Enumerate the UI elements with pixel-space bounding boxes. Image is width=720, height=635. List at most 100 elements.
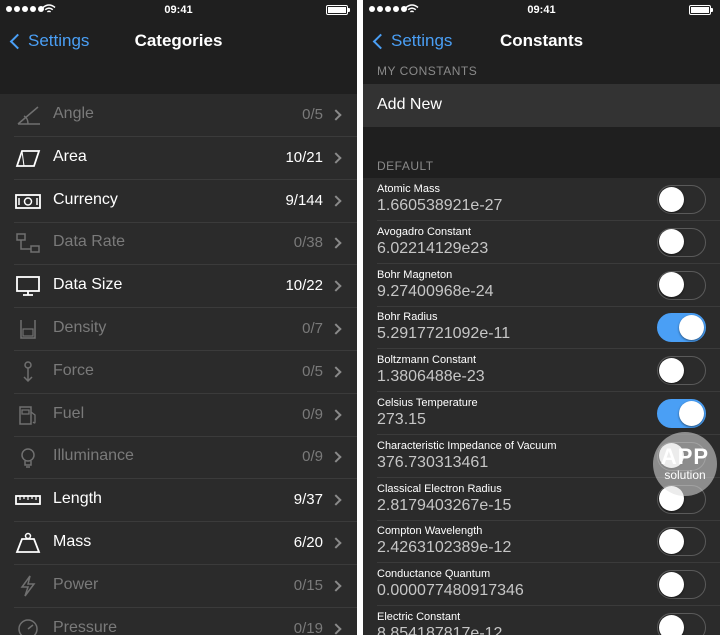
constant-toggle[interactable] [657,313,706,343]
constant-toggle[interactable] [657,185,706,214]
angle-icon [14,103,42,127]
category-name: Fuel [53,404,85,422]
constant-value: 1.3806488e-23 [377,368,485,386]
watermark-line1: APP [660,444,710,469]
category-row[interactable]: Illuminance 0/9 [0,436,357,480]
category-count: 10/22 [285,277,323,295]
category-row[interactable]: Data Size 10/22 [0,265,357,309]
constant-name: Characteristic Impedance of Vacuum [377,439,557,452]
category-count: 0/5 [302,106,323,123]
constant-name: Boltzmann Constant [377,354,477,367]
constant-value: 6.02214129e23 [377,239,489,257]
category-name: Angle [53,105,94,122]
illuminance-icon [14,445,42,469]
chevron-right-icon [330,194,342,207]
constant-value: 2.8179403267e-15 [377,496,512,514]
constant-row: Celsius Temperature 273.15 [363,392,720,435]
constant-name: Bohr Radius [377,311,438,324]
category-row[interactable]: Mass 6/20 [0,522,357,565]
add-new-button[interactable]: Add New [363,84,720,127]
constant-row: Compton Wavelength 2.4263102389e-12 [363,520,720,564]
constant-value: 8.854187817e-12 [377,625,503,635]
category-count: 0/15 [293,576,323,594]
category-row[interactable]: Area 10/21 [0,137,357,180]
constant-name: Conductance Quantum [377,568,491,581]
constant-row: Electric Constant 8.854187817e-12 [363,606,720,635]
status-bar: 09:41 [0,0,357,20]
chevron-right-icon [330,109,342,121]
constant-value: 376.730313461 [377,453,489,471]
constant-row: Atomic Mass 1.660538921e-27 [363,178,720,221]
toggle-knob [658,229,684,255]
toggle-knob [658,272,684,298]
toggle-knob [678,400,704,426]
constant-value: 2.4263102389e-12 [377,539,512,557]
constant-toggle[interactable] [657,270,706,300]
constant-toggle[interactable] [657,570,706,600]
constant-value: 1.660538921e-27 [377,197,503,214]
constant-name: Electric Constant [377,611,461,623]
category-row[interactable]: Angle 0/5 [0,94,357,137]
default-header: DEFAULT [377,159,434,173]
category-row[interactable]: Pressure 0/19 [0,608,357,635]
category-count: 0/7 [302,320,323,337]
category-count: 6/20 [293,534,323,551]
chevron-right-icon [330,622,342,635]
category-count: 0/19 [293,619,323,635]
category-count: 10/21 [285,148,323,166]
page-title: Constants [499,31,584,50]
status-bar: 09:41 [363,0,720,20]
category-count: 0/38 [293,234,323,252]
my-constants-header: MY CONSTANTS [377,64,478,78]
app-solution-watermark: APP solution [653,432,717,496]
constant-toggle[interactable] [657,356,706,386]
status-time: 09:41 [527,4,556,16]
default-header-band: DEFAULT [363,127,720,178]
category-count: 0/5 [302,362,323,380]
constant-row: Bohr Magneton 9.27400968e-24 [363,264,720,307]
category-row[interactable]: Currency 9/144 [0,180,357,223]
constant-toggle[interactable] [657,527,706,557]
chevron-right-icon [330,580,342,592]
section-spacer [0,62,357,94]
constant-row: Avogadro Constant 6.02214129e23 [363,221,720,264]
category-row[interactable]: Data Rate 0/38 [0,222,357,266]
currency-icon [14,189,42,213]
page-title: Categories [134,31,223,50]
mass-icon [14,531,42,555]
category-count: 0/9 [302,405,323,423]
constant-value: 0.000077480917346 [377,582,524,600]
constant-name: Bohr Magneton [377,268,453,281]
chevron-right-icon [330,494,342,506]
category-row[interactable]: Length 9/37 [0,479,357,523]
toggle-knob [658,614,684,635]
category-count: 0/9 [302,448,323,466]
battery-icon [326,5,350,15]
category-name: Length [53,490,102,508]
status-time: 09:41 [164,4,193,16]
category-name: Mass [53,533,92,550]
constant-toggle[interactable] [657,399,706,428]
category-row[interactable]: Force 0/5 [0,351,357,394]
category-row[interactable]: Fuel 0/9 [0,394,357,437]
force-icon [14,360,42,384]
chevron-right-icon [330,366,342,378]
constant-toggle[interactable] [657,613,706,635]
battery-icon [689,5,713,15]
category-row[interactable]: Power 0/15 [0,565,357,608]
category-name: Data Rate [53,233,126,251]
constant-value: 5.2917721092e-11 [377,325,511,343]
constant-name: Avogadro Constant [377,225,471,238]
fuel-icon [14,403,42,427]
constant-row: Conductance Quantum 0.000077480917346 [363,563,720,607]
density-icon [14,317,42,341]
category-name: Currency [53,190,118,208]
toggle-knob [658,571,684,597]
constant-name: Celsius Temperature [377,397,478,409]
category-row[interactable]: Density 0/7 [0,308,357,351]
constant-value: 9.27400968e-24 [377,282,494,300]
constant-name: Classical Electron Radius [377,482,502,495]
constant-toggle[interactable] [657,227,706,257]
chevron-right-icon [330,280,342,292]
category-name: Data Size [53,276,123,294]
